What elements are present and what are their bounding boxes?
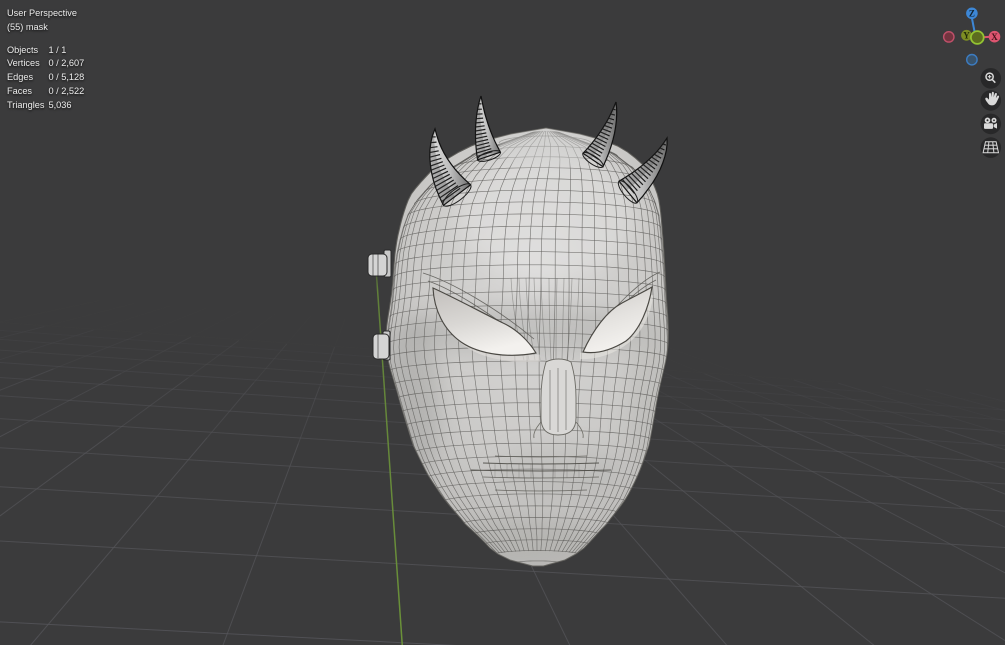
svg-text:X: X — [991, 32, 998, 42]
svg-text:Y: Y — [963, 31, 970, 41]
svg-text:Z: Z — [969, 9, 975, 19]
